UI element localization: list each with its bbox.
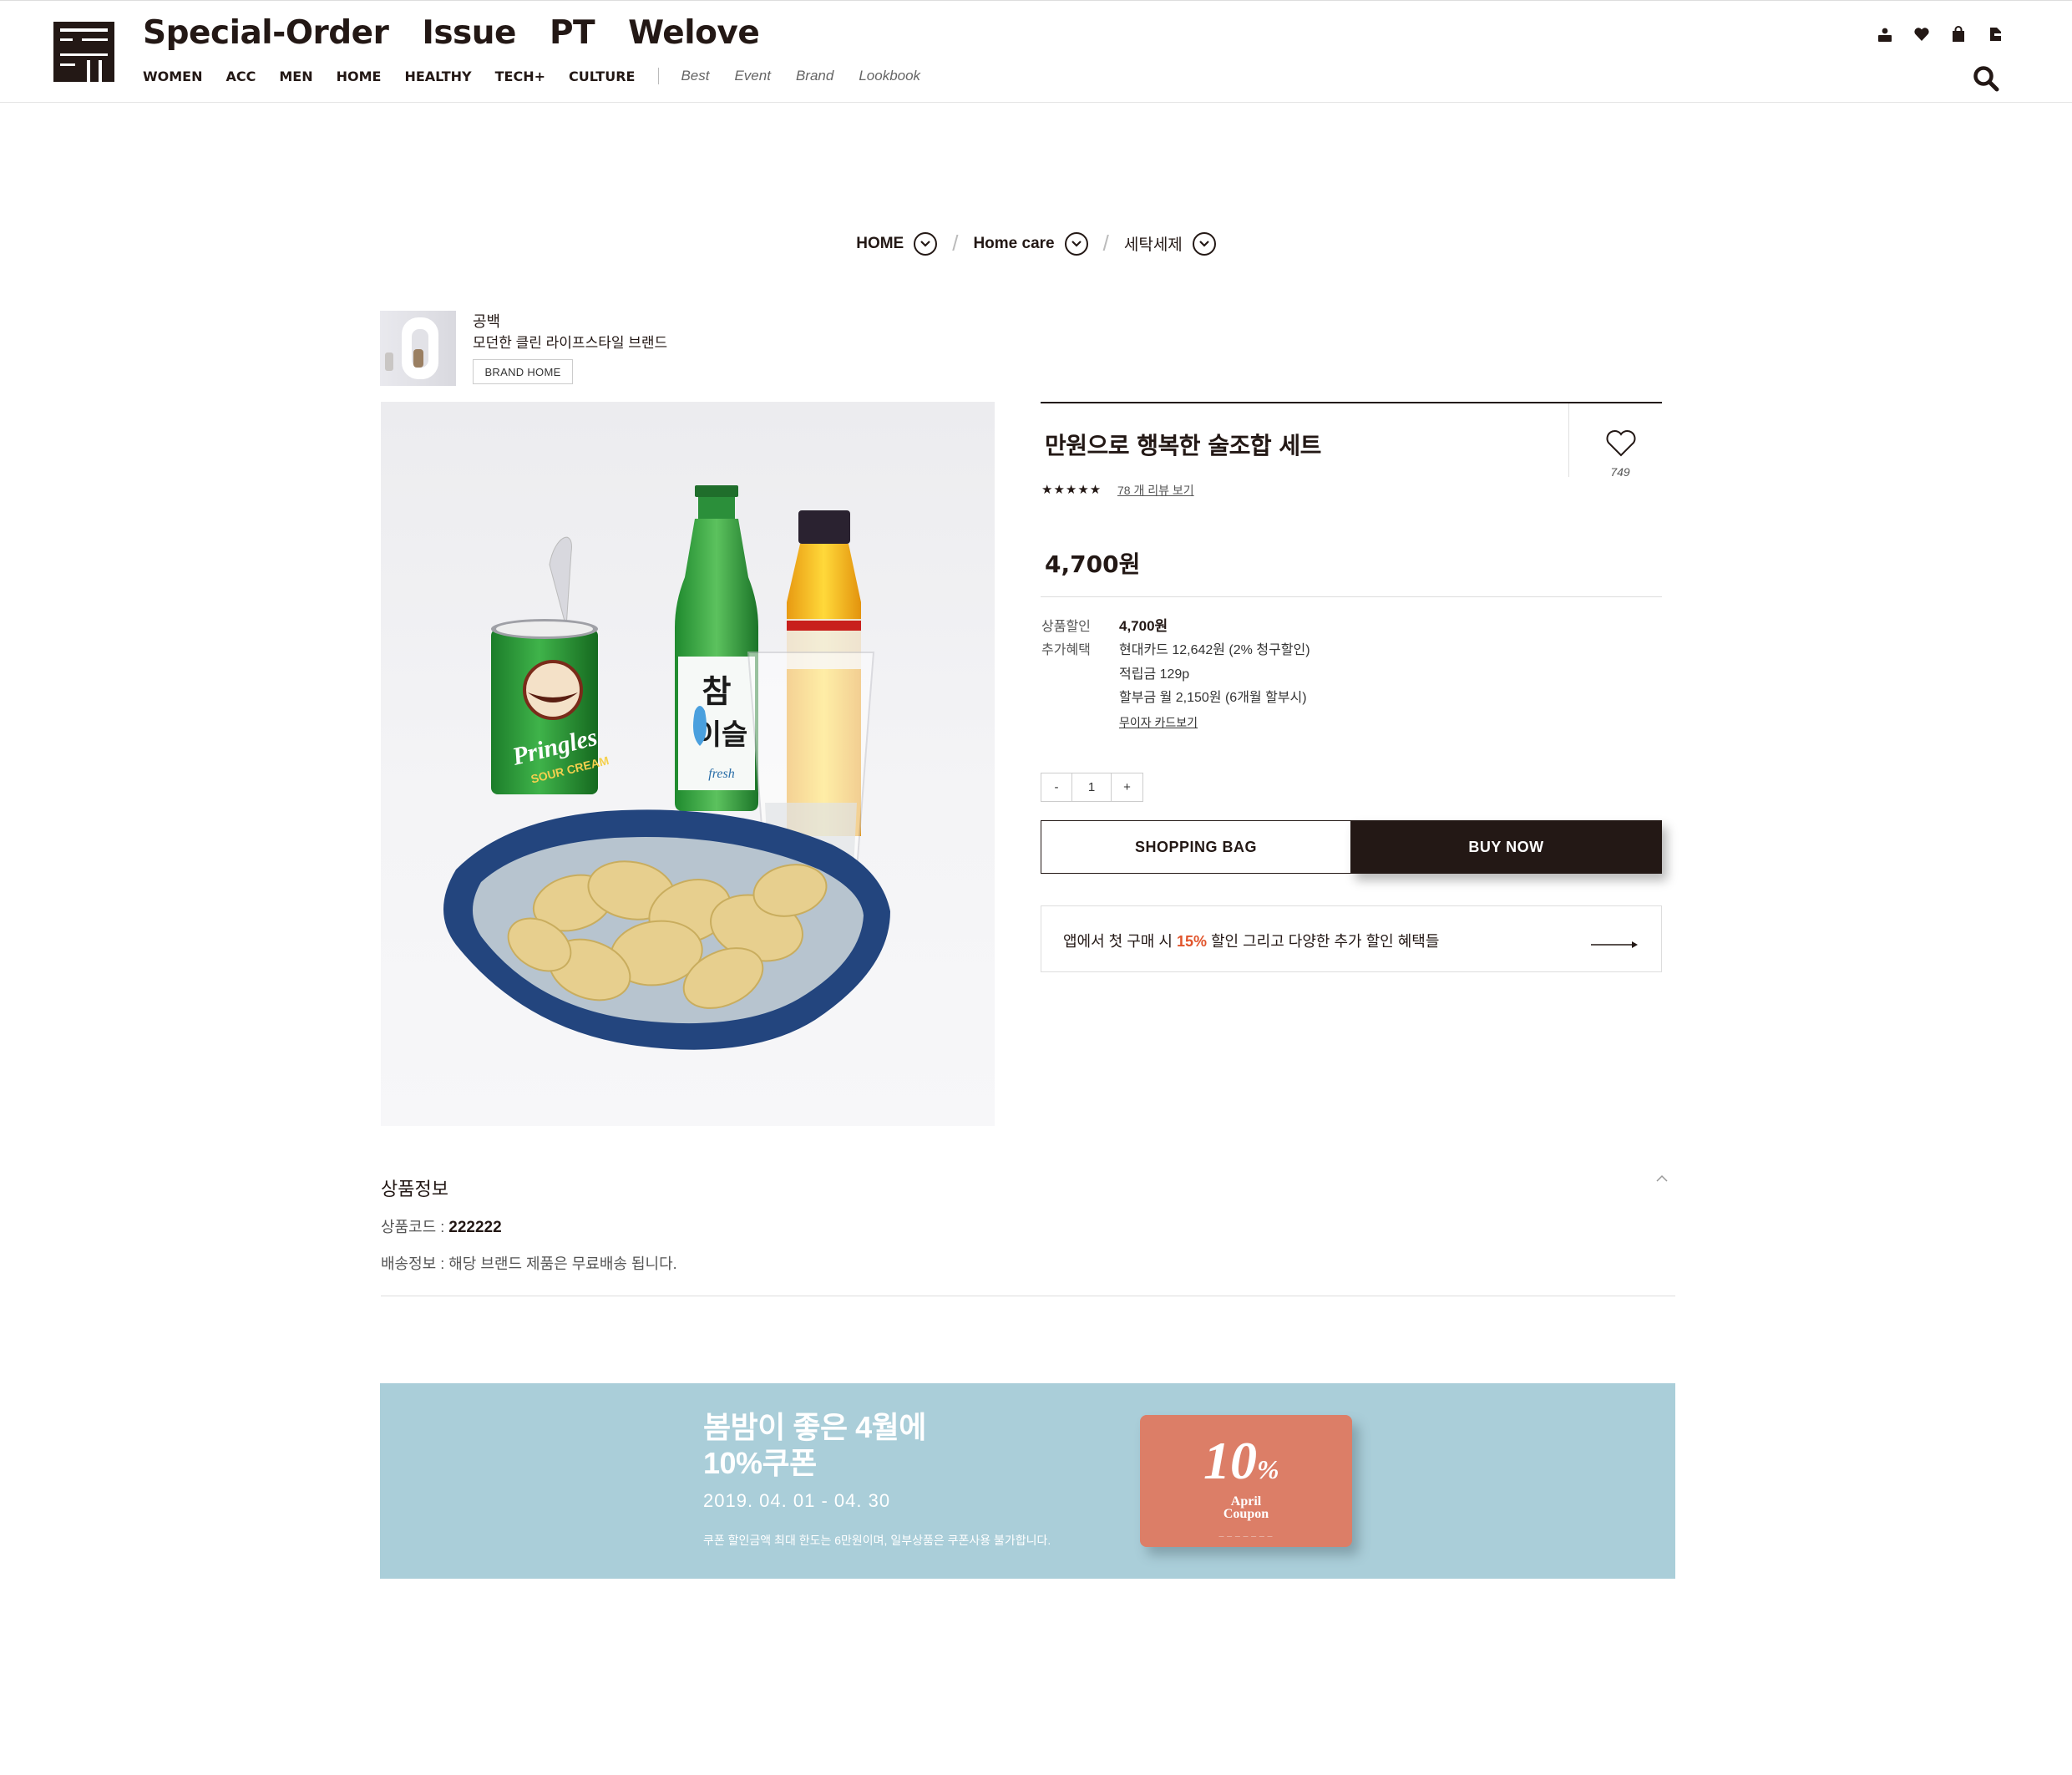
coupon-card-fineprint: — — — — — — — — [1218, 1534, 1274, 1539]
coupon-note: 쿠폰 할인금액 최대 한도는 6만원이며, 일부상품은 쿠폰사용 불가합니다. — [703, 1534, 1051, 1547]
buy-now-button[interactable]: BUY NOW — [1350, 820, 1662, 874]
quantity-increase-button[interactable]: + — [1112, 773, 1142, 801]
svg-text:참: 참 — [702, 673, 732, 710]
rating-stars-icon: ★★★★★ — [1041, 483, 1102, 497]
brand-home-button[interactable]: BRAND HOME — [473, 359, 573, 384]
category-tech[interactable]: TECH+ — [495, 68, 545, 84]
discount-label: 상품할인 — [1041, 620, 1091, 634]
discount-price: 4,700원 — [1119, 618, 1168, 634]
category-home[interactable]: HOME — [337, 68, 382, 84]
utility-icons — [1877, 26, 2004, 43]
svg-text:fresh: fresh — [708, 767, 734, 781]
nav-lookbook[interactable]: Lookbook — [859, 68, 920, 84]
product-info-title: 상품정보 — [381, 1179, 448, 1199]
chevron-down-icon[interactable] — [1192, 231, 1216, 256]
nav-brand[interactable]: Brand — [796, 68, 833, 84]
coupon-card-image: 10% April Coupon — — — — — — — — [1140, 1415, 1352, 1547]
site-logo[interactable] — [53, 22, 114, 82]
reviews-link[interactable]: 78 개 리뷰 보기 — [1117, 482, 1194, 499]
user-icon[interactable] — [1877, 26, 1893, 43]
app-discount-banner[interactable]: 앱에서 첫 구매 시 15% 할인 그리고 다양한 추가 할인 혜택들 — [1041, 905, 1662, 972]
coupon-card-label: April Coupon — [1223, 1494, 1269, 1521]
category-women[interactable]: WOMEN — [143, 68, 203, 84]
benefit-points: 적립금 129p — [1119, 667, 1190, 682]
site-header: Special-Order Issue PT Welove WOMEN ACC … — [0, 0, 2072, 103]
chevron-down-icon[interactable] — [1064, 231, 1088, 256]
category-men[interactable]: MEN — [279, 68, 312, 84]
brand-description: 모던한 클린 라이프스타일 브랜드 — [473, 335, 668, 351]
april-coupon-banner[interactable]: 봄밤이 좋은 4월에 10%쿠폰 2019. 04. 01 - 04. 30 쿠… — [380, 1383, 1675, 1579]
benefit-installment: 할부금 월 2,150원 (6개월 할부시) — [1119, 691, 1307, 705]
breadcrumb-item-home-care[interactable]: Home care — [973, 231, 1088, 256]
brand-thumbnail[interactable] — [380, 311, 456, 386]
coupon-period: 2019. 04. 01 - 04. 30 — [703, 1490, 891, 1511]
category-nav: WOMEN ACC MEN HOME HEALTHY TECH+ CULTURE… — [143, 68, 945, 84]
bag-icon[interactable] — [1950, 26, 1967, 43]
menu-book-icon[interactable] — [1987, 26, 2004, 43]
wishlist-heart-icon[interactable] — [1605, 429, 1637, 458]
arrow-right-icon — [1591, 938, 1638, 948]
quantity-input[interactable]: 1 — [1072, 773, 1112, 801]
product-code: 상품코드 : 222222 — [381, 1219, 502, 1236]
breadcrumb-label: HOME — [856, 234, 904, 252]
nav-pt[interactable]: PT — [550, 14, 595, 52]
brand-name[interactable]: 공백 — [473, 310, 500, 332]
heart-icon[interactable] — [1913, 26, 1930, 43]
category-healthy[interactable]: HEALTHY — [404, 68, 471, 84]
coupon-headline: 봄밤이 좋은 4월에 10%쿠폰 — [703, 1410, 926, 1480]
extra-benefit-label: 추가혜택 — [1041, 643, 1091, 657]
nav-issue[interactable]: Issue — [422, 14, 516, 52]
product-price: 4,700원 — [1045, 550, 1141, 578]
interest-free-card-link[interactable]: 무이자 카드보기 — [1119, 714, 1198, 731]
quantity-stepper: - 1 + — [1041, 773, 1143, 802]
chevron-down-icon[interactable] — [914, 231, 938, 256]
breadcrumb-label: 세탁세제 — [1123, 236, 1183, 254]
main-nav: Special-Order Issue PT Welove — [143, 14, 760, 52]
product-title: 만원으로 행복한 술조합 세트 — [1045, 432, 1321, 459]
breadcrumb-separator: / — [952, 231, 959, 256]
price-divider — [1041, 596, 1662, 597]
wish-divider — [1568, 403, 1569, 477]
nav-best[interactable]: Best — [681, 68, 709, 84]
app-banner-text: 앱에서 첫 구매 시 15% 할인 그리고 다양한 추가 할인 혜택들 — [1063, 933, 1440, 950]
coupon-card-percent: 10% — [1203, 1431, 1279, 1490]
breadcrumb-separator: / — [1102, 231, 1109, 256]
category-acc[interactable]: ACC — [226, 68, 256, 84]
category-culture[interactable]: CULTURE — [569, 68, 635, 84]
breadcrumb: HOME / Home care / 세탁세제 — [0, 231, 2072, 256]
app-banner-highlight: 15% — [1176, 933, 1207, 950]
shopping-bag-button[interactable]: SHOPPING BAG — [1041, 820, 1351, 874]
wish-count: 749 — [1610, 465, 1630, 479]
shipping-info: 배송정보 : 해당 브랜드 제품은 무료배송 됩니다. — [381, 1255, 677, 1272]
search-icon[interactable] — [1972, 64, 2000, 93]
nav-divider — [658, 68, 660, 84]
product-image[interactable]: Pringles SOUR CREAM 참 이슬 fresh — [381, 402, 995, 1126]
nav-event[interactable]: Event — [734, 68, 770, 84]
chevron-up-icon[interactable] — [1655, 1173, 1669, 1183]
nav-welove[interactable]: Welove — [628, 14, 760, 52]
nav-special-order[interactable]: Special-Order — [143, 14, 389, 52]
benefit-card-discount: 현대카드 12,642원 (2% 청구할인) — [1119, 643, 1310, 657]
breadcrumb-item-home[interactable]: HOME — [856, 231, 938, 256]
quantity-decrease-button[interactable]: - — [1041, 773, 1072, 801]
breadcrumb-item-detergent[interactable]: 세탁세제 — [1123, 231, 1216, 256]
breadcrumb-label: Home care — [973, 234, 1055, 252]
product-code-value: 222222 — [448, 1219, 502, 1236]
